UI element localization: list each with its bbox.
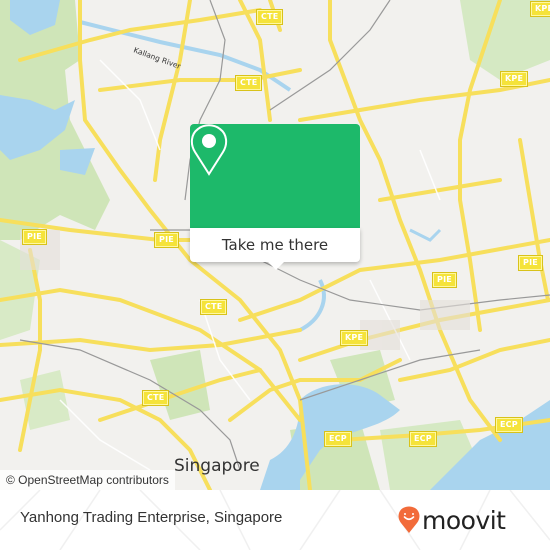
city-label: Singapore <box>174 456 260 476</box>
moovit-logo[interactable]: moovit <box>398 504 506 536</box>
highway-shield-pie: PIE <box>518 255 543 271</box>
highway-shield-ecp: ECP <box>495 417 523 433</box>
map-attribution[interactable]: © OpenStreetMap contributors <box>0 470 175 490</box>
map-pin-icon <box>190 124 228 176</box>
moovit-smile-pin-icon <box>398 506 420 533</box>
highway-shield-kpe: KPE <box>499 71 529 87</box>
river-label: Kallang River <box>132 45 182 71</box>
highway-shield-cte: CTE <box>234 75 263 91</box>
footer-bar: Yanhong Trading Enterprise, Singapore mo… <box>0 490 550 550</box>
take-me-there-button[interactable]: Take me there <box>190 228 360 262</box>
moovit-wordmark: moovit <box>422 505 506 535</box>
highway-shield-pie: PIE <box>22 229 47 245</box>
popup-pointer <box>267 261 285 270</box>
map-view[interactable]: Kallang River CTE CTE CTE CTE KPE KPE KP… <box>0 0 550 490</box>
highway-shield-ecp: ECP <box>409 431 437 447</box>
highway-shield-pie: PIE <box>432 272 457 288</box>
highway-shield-ecp: ECP <box>324 431 352 447</box>
highway-shield-cte: CTE <box>141 390 170 406</box>
highway-shield-cte: CTE <box>199 299 228 315</box>
highway-shield-pie: PIE <box>154 232 179 248</box>
popup-header <box>190 124 360 228</box>
highway-shield-kpe: KPE <box>529 1 550 17</box>
place-title: Yanhong Trading Enterprise, Singapore <box>20 509 283 526</box>
location-popup: Take me there <box>190 124 360 270</box>
highway-shield-cte: CTE <box>255 9 284 25</box>
highway-shield-kpe: KPE <box>339 330 369 346</box>
